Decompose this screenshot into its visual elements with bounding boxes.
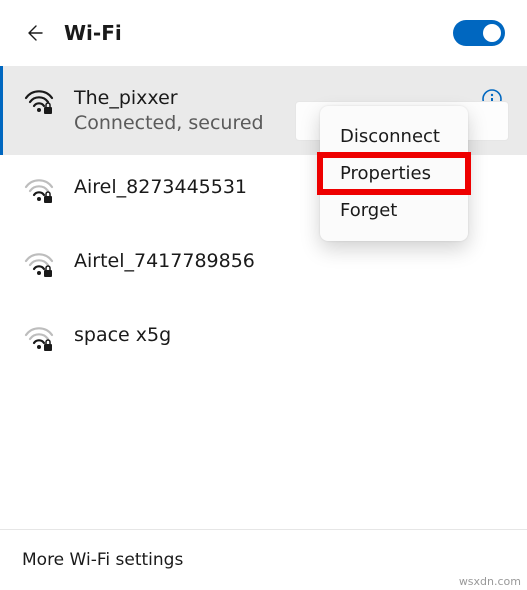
wifi-info: space x5g (74, 323, 503, 348)
wifi-signal-lock-icon (24, 251, 52, 283)
toggle-knob (483, 24, 501, 42)
wifi-name: Airtel_7417789856 (74, 249, 503, 274)
wifi-name: space x5g (74, 323, 503, 348)
page-title: Wi-Fi (64, 21, 122, 45)
wifi-toggle[interactable] (453, 20, 505, 46)
footer: More Wi-Fi settings (0, 529, 527, 590)
wifi-signal-lock-icon (24, 325, 52, 357)
more-wifi-settings-link[interactable]: More Wi-Fi settings (22, 550, 505, 570)
menu-item-properties[interactable]: Properties (320, 155, 468, 192)
context-menu: Disconnect Properties Forget (320, 106, 468, 241)
back-button[interactable] (22, 21, 46, 45)
back-arrow-icon (24, 23, 44, 43)
header: Wi-Fi (0, 0, 527, 66)
header-left: Wi-Fi (22, 21, 122, 45)
wifi-item[interactable]: space x5g (0, 303, 527, 377)
wifi-signal-lock-icon (24, 88, 52, 120)
watermark: wsxdn.com (459, 575, 521, 588)
menu-item-disconnect[interactable]: Disconnect (320, 118, 468, 155)
menu-item-forget[interactable]: Forget (320, 192, 468, 229)
wifi-signal-lock-icon (24, 177, 52, 209)
wifi-info: Airtel_7417789856 (74, 249, 503, 274)
